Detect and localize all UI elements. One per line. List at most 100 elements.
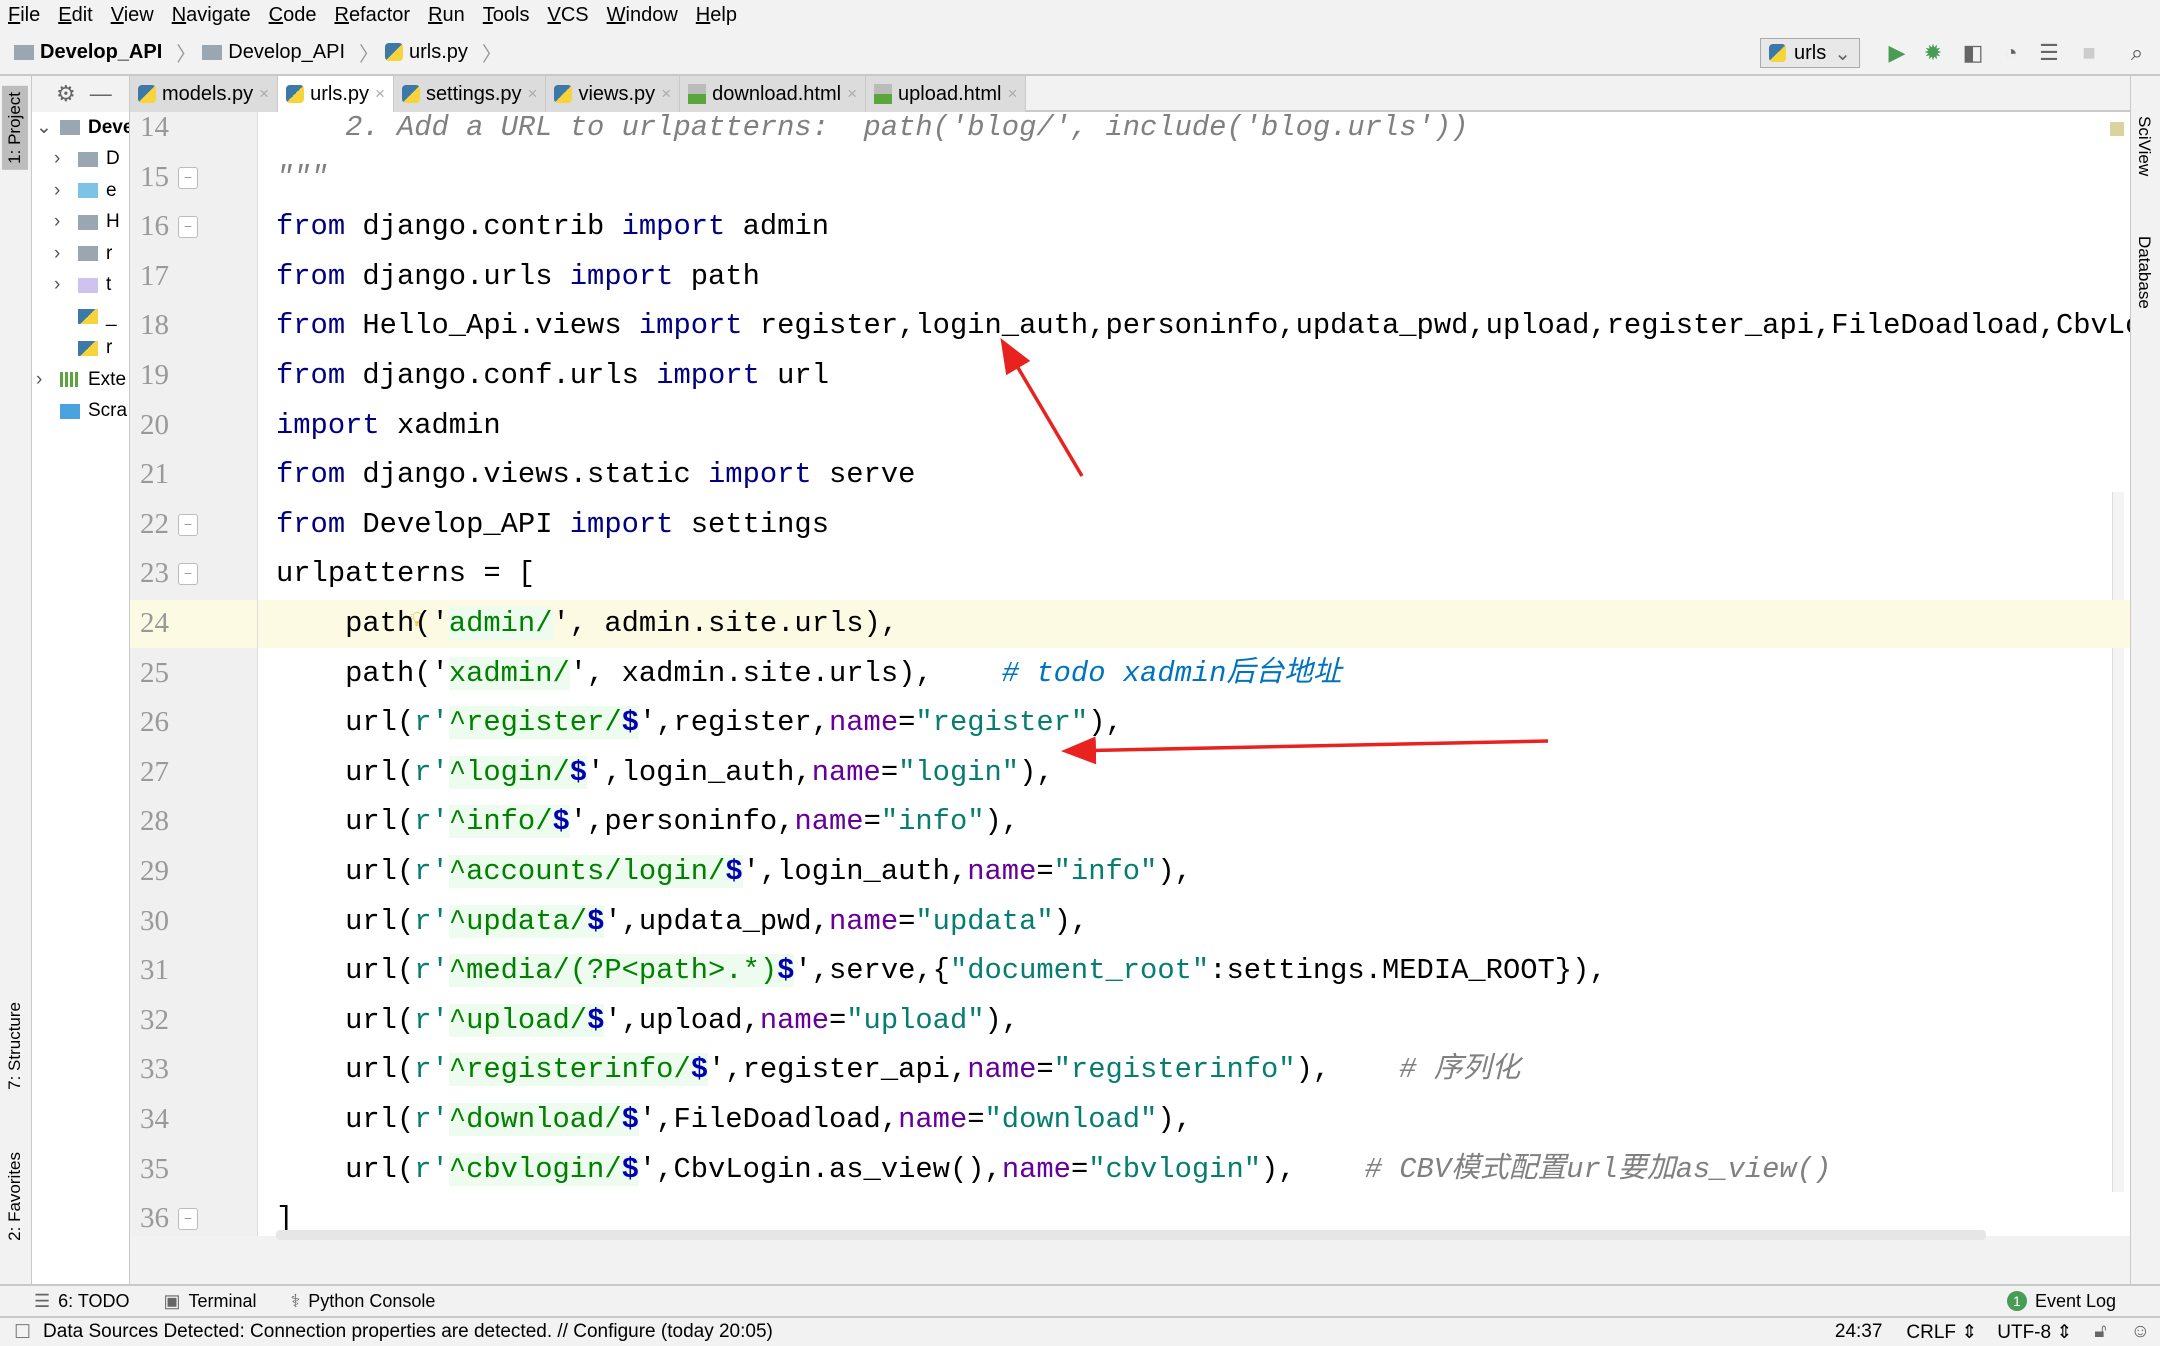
line-number: 19: [140, 359, 169, 391]
menu-file[interactable]: File: [8, 4, 40, 27]
run-configuration-select[interactable]: urls ⌄: [1760, 38, 1860, 68]
code-token: urlpatterns = [: [276, 557, 536, 591]
inspection-status-icon[interactable]: [2110, 122, 2124, 136]
horizontal-scrollbar[interactable]: [276, 1230, 1986, 1240]
code-line: from django.conf.urls import url: [276, 351, 829, 401]
chevron-icon[interactable]: ›: [54, 243, 70, 265]
fold-icon[interactable]: −: [178, 563, 198, 586]
tool-window-terminal[interactable]: ▣ Terminal: [164, 1291, 257, 1312]
event-log-button[interactable]: 1 Event Log: [2006, 1291, 2116, 1312]
tab-models-py[interactable]: models.py ×: [130, 76, 279, 112]
code-token: name: [794, 805, 864, 839]
code-token: r': [414, 904, 449, 938]
code-line: url(r'^info/$',personinfo,name="info"),: [276, 797, 1019, 847]
line-separator-select[interactable]: CRLF ⇕: [1906, 1321, 1977, 1344]
close-icon[interactable]: ×: [661, 84, 671, 104]
status-message[interactable]: Data Sources Detected: Connection proper…: [43, 1321, 773, 1343]
database-tool-tab[interactable]: Database: [2134, 236, 2154, 309]
close-icon[interactable]: ×: [1007, 84, 1017, 104]
favorites-tool-tab[interactable]: 2: Favorites: [2, 1146, 28, 1247]
concurrency-icon[interactable]: ☰: [2036, 40, 2062, 66]
tool-window-python-console[interactable]: ⚕ Python Console: [291, 1291, 436, 1312]
tool-window--todo[interactable]: ☰ 6: TODO: [34, 1291, 130, 1312]
close-icon[interactable]: ×: [847, 84, 857, 104]
folder-icon: [202, 44, 223, 60]
tree-item[interactable]: r: [54, 333, 112, 364]
breadcrumb-package[interactable]: Develop_API: [202, 41, 345, 64]
code-token: path: [673, 259, 760, 293]
chevron-icon[interactable]: ›: [36, 369, 52, 391]
tree-item[interactable]: › H: [54, 207, 120, 238]
tree-item-label: _: [106, 305, 117, 327]
menu-edit[interactable]: Edit: [58, 4, 92, 27]
structure-tool-tab[interactable]: 7: Structure: [2, 996, 28, 1096]
gear-icon[interactable]: ⚙: [56, 81, 76, 107]
code-token: ),: [1053, 904, 1089, 938]
fold-icon[interactable]: −: [178, 166, 198, 189]
caret-position[interactable]: 24:37: [1835, 1321, 1883, 1343]
tree-item[interactable]: › r: [54, 238, 112, 269]
profile-icon[interactable]: ◔: [1998, 40, 2024, 66]
code-editor[interactable]: 2. Add a URL to urlpatterns: path('blog/…: [258, 112, 2130, 1236]
code-token: ',login_auth,: [587, 755, 812, 789]
code-token: import: [569, 259, 674, 293]
tab-settings-py[interactable]: settings.py ×: [393, 76, 547, 112]
menu-run[interactable]: Run: [428, 4, 465, 27]
fold-icon[interactable]: −: [178, 1208, 198, 1231]
line-number: 17: [140, 259, 169, 292]
collapse-icon[interactable]: —: [90, 81, 112, 107]
line-number: 32: [140, 1003, 169, 1036]
coverage-icon[interactable]: ◧: [1960, 40, 1986, 66]
project-tool-tab[interactable]: 1: Project: [2, 86, 28, 170]
tree-item[interactable]: › t: [54, 270, 111, 301]
breadcrumb-file[interactable]: urls.py: [385, 41, 468, 64]
menu-navigate[interactable]: Navigate: [172, 4, 251, 27]
encoding-select[interactable]: UTF-8 ⇕: [1997, 1321, 2072, 1344]
status-toggle-icon[interactable]: ☐: [14, 1321, 31, 1344]
python-icon: [1769, 44, 1786, 62]
lock-icon[interactable]: 🔓︎: [2094, 1321, 2106, 1343]
tree-item[interactable]: Scra: [36, 396, 127, 427]
stop-icon[interactable]: ■: [2076, 40, 2102, 66]
code-token: path(': [276, 656, 449, 690]
close-icon[interactable]: ×: [528, 84, 538, 104]
tree-item[interactable]: _: [54, 301, 117, 332]
close-icon[interactable]: ×: [375, 84, 385, 104]
debug-icon[interactable]: ✹: [1920, 40, 1946, 66]
fold-icon[interactable]: −: [178, 513, 198, 536]
close-icon[interactable]: ×: [259, 84, 269, 104]
tab-upload-html[interactable]: upload.html ×: [866, 76, 1027, 112]
code-token: url(: [276, 954, 415, 988]
tab-views-py[interactable]: views.py ×: [546, 76, 681, 112]
menu-refactor[interactable]: Refactor: [334, 4, 410, 27]
menu-bar: File Edit View Navigate Code Refactor Run Tools…: [0, 0, 2160, 30]
tab-urls-py[interactable]: urls.py ×: [278, 76, 394, 112]
chevron-icon[interactable]: ›: [54, 148, 70, 170]
code-token: ^register/: [448, 706, 622, 740]
sciview-tool-tab[interactable]: SciView: [2134, 116, 2154, 176]
search-icon[interactable]: ⌕: [2124, 40, 2150, 66]
run-icon[interactable]: ▶: [1884, 40, 1910, 66]
menu-tools[interactable]: Tools: [483, 4, 530, 27]
chevron-icon[interactable]: ›: [54, 274, 70, 296]
tab-download-html[interactable]: download.html ×: [680, 76, 867, 112]
inspector-icon[interactable]: ☺: [2131, 1321, 2150, 1343]
code-line: url(r'^download/$',FileDoadload,name="do…: [276, 1095, 1192, 1145]
menu-vcs[interactable]: VCS: [548, 4, 589, 27]
folder-icon: [14, 44, 34, 60]
tree-item[interactable]: › e: [54, 175, 117, 206]
code-token: serve: [811, 458, 916, 492]
chevron-icon[interactable]: ›: [54, 211, 70, 233]
vertical-scrollbar[interactable]: [2112, 492, 2124, 1192]
tree-item[interactable]: › Exte: [36, 364, 126, 395]
menu-window[interactable]: Window: [607, 4, 678, 27]
menu-help[interactable]: Help: [696, 4, 737, 27]
menu-view[interactable]: View: [111, 4, 154, 27]
fold-icon[interactable]: −: [178, 216, 198, 239]
chevron-icon[interactable]: ›: [54, 180, 70, 202]
menu-code[interactable]: Code: [269, 4, 317, 27]
tree-item[interactable]: ⌄ Deve: [36, 112, 129, 143]
tree-item[interactable]: › D: [54, 144, 120, 175]
breadcrumb-project[interactable]: Develop_API: [14, 41, 162, 64]
chevron-icon[interactable]: ⌄: [36, 116, 52, 139]
